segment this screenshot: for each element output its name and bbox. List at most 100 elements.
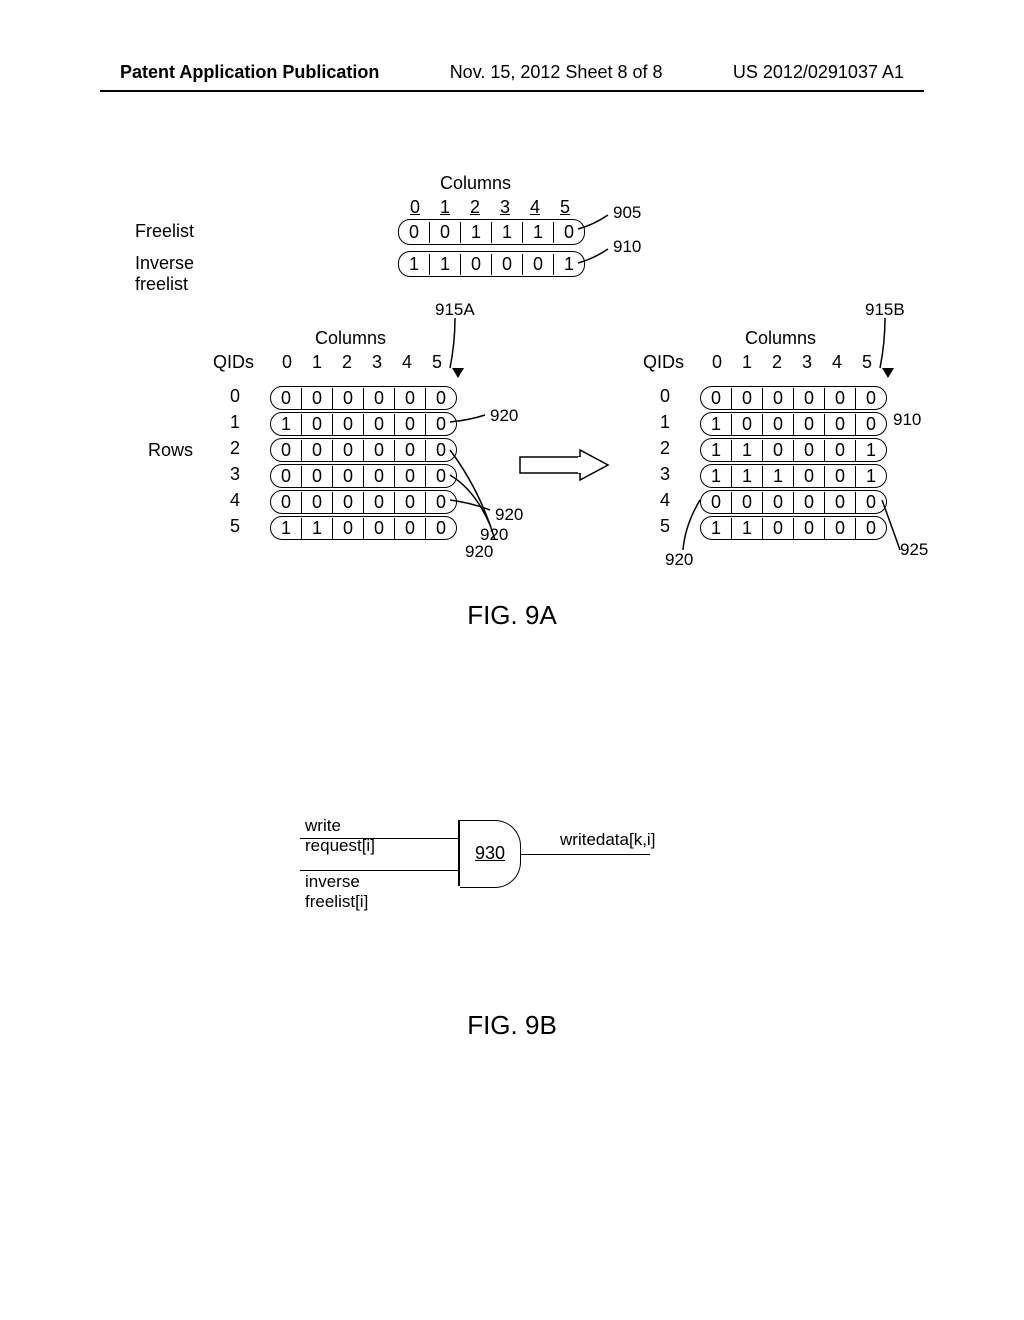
cell: 0 <box>333 492 364 513</box>
cell: 1 <box>271 518 302 539</box>
row-idx: 0 <box>660 386 670 412</box>
matrix-a-row-0: 000000 <box>270 386 457 410</box>
cell: 0 <box>794 466 825 487</box>
cell: 0 <box>794 388 825 409</box>
cell: 1 <box>763 466 794 487</box>
inv-freelist-cell: 1 <box>399 254 430 275</box>
header-left: Patent Application Publication <box>120 62 379 83</box>
col-indices-a: 0 1 2 3 4 5 <box>272 352 452 373</box>
cell: 0 <box>794 492 825 513</box>
cell: 0 <box>333 440 364 461</box>
rows-label: Rows <box>148 440 193 461</box>
inverse-freelist-label: Inverse freelist <box>135 253 194 295</box>
col-idx: 3 <box>362 352 392 373</box>
cell: 0 <box>271 466 302 487</box>
cell: 0 <box>302 388 333 409</box>
cell: 0 <box>364 388 395 409</box>
callout-920-b: 920 <box>665 550 693 570</box>
wire-in-2 <box>300 870 458 871</box>
cell: 0 <box>364 492 395 513</box>
qids-label-b: QIDs <box>643 352 684 373</box>
cell: 0 <box>732 492 763 513</box>
freelist-cell: 0 <box>430 222 461 243</box>
cell: 0 <box>364 466 395 487</box>
matrix-b-row-3: 111001 <box>700 464 887 488</box>
cell: 1 <box>732 466 763 487</box>
inv-freelist-cell: 0 <box>492 254 523 275</box>
header-center: Nov. 15, 2012 Sheet 8 of 8 <box>450 62 663 83</box>
cell: 0 <box>364 440 395 461</box>
cell: 0 <box>271 492 302 513</box>
cell: 0 <box>302 414 333 435</box>
row-idx: 5 <box>230 516 240 542</box>
matrix-b-row-1: 100000 <box>700 412 887 436</box>
header-right: US 2012/0291037 A1 <box>733 62 904 83</box>
cell: 0 <box>271 440 302 461</box>
cell: 1 <box>701 440 732 461</box>
cell: 0 <box>364 518 395 539</box>
callout-920-1: 920 <box>490 406 518 426</box>
matrix-b-row-4: 000000 <box>700 490 887 514</box>
row-idx: 2 <box>660 438 670 464</box>
cell: 0 <box>825 492 856 513</box>
page-header: Patent Application Publication Nov. 15, … <box>0 62 1024 83</box>
row-idx: 1 <box>230 412 240 438</box>
cell: 0 <box>426 388 456 409</box>
qids-label-a: QIDs <box>213 352 254 373</box>
cell: 0 <box>825 440 856 461</box>
columns-label: Columns <box>440 173 511 194</box>
row-idx: 3 <box>660 464 670 490</box>
cell: 0 <box>825 518 856 539</box>
cell: 0 <box>395 518 426 539</box>
and-gate-label: 930 <box>475 843 505 864</box>
col-idx: 1 <box>302 352 332 373</box>
fig9b-caption: FIG. 9B <box>0 1010 1024 1041</box>
cell: 0 <box>395 440 426 461</box>
cell: 0 <box>302 440 333 461</box>
row-indices-a: 0 1 2 3 4 5 <box>230 386 240 542</box>
col-idx: 2 <box>332 352 362 373</box>
cell: 0 <box>763 518 794 539</box>
col-idx: 4 <box>822 352 852 373</box>
row-idx: 3 <box>230 464 240 490</box>
cell: 0 <box>395 492 426 513</box>
freelist-cell: 1 <box>492 222 523 243</box>
columns-label-a: Columns <box>315 328 386 349</box>
col-idx: 4 <box>520 197 550 218</box>
freelist-cell: 1 <box>523 222 554 243</box>
freelist-label: Freelist <box>135 221 194 242</box>
cell: 0 <box>732 414 763 435</box>
and-input-1: write request[i] <box>305 816 375 856</box>
callout-920-4: 920 <box>465 542 493 562</box>
cell: 0 <box>271 388 302 409</box>
col-idx: 5 <box>852 352 882 373</box>
callout-920-2: 920 <box>495 505 523 525</box>
cell: 0 <box>825 388 856 409</box>
cell: 0 <box>856 414 886 435</box>
cell: 1 <box>701 466 732 487</box>
freelist-cell: 1 <box>461 222 492 243</box>
row-indices-b: 0 1 2 3 4 5 <box>660 386 670 542</box>
inv-freelist-cell: 0 <box>523 254 554 275</box>
cell: 0 <box>333 466 364 487</box>
matrix-a-row-2: 000000 <box>270 438 457 462</box>
matrix-a-row-5: 110000 <box>270 516 457 540</box>
header-rule <box>100 90 924 92</box>
column-indices-top: 0 1 2 3 4 5 <box>400 197 580 218</box>
col-idx: 5 <box>422 352 452 373</box>
cell: 1 <box>732 518 763 539</box>
cell: 0 <box>825 414 856 435</box>
matrix-b-row-2: 110001 <box>700 438 887 462</box>
inv-freelist-cell: 1 <box>430 254 461 275</box>
cell: 0 <box>395 388 426 409</box>
matrix-a-row-3: 000000 <box>270 464 457 488</box>
cell: 0 <box>794 440 825 461</box>
row-idx: 0 <box>230 386 240 412</box>
callout-915a-arrow <box>450 318 500 388</box>
col-indices-b: 0 1 2 3 4 5 <box>702 352 882 373</box>
cell: 0 <box>825 466 856 487</box>
transform-arrow-icon <box>520 445 610 485</box>
col-idx: 0 <box>272 352 302 373</box>
cell: 0 <box>856 388 886 409</box>
col-idx: 3 <box>792 352 822 373</box>
